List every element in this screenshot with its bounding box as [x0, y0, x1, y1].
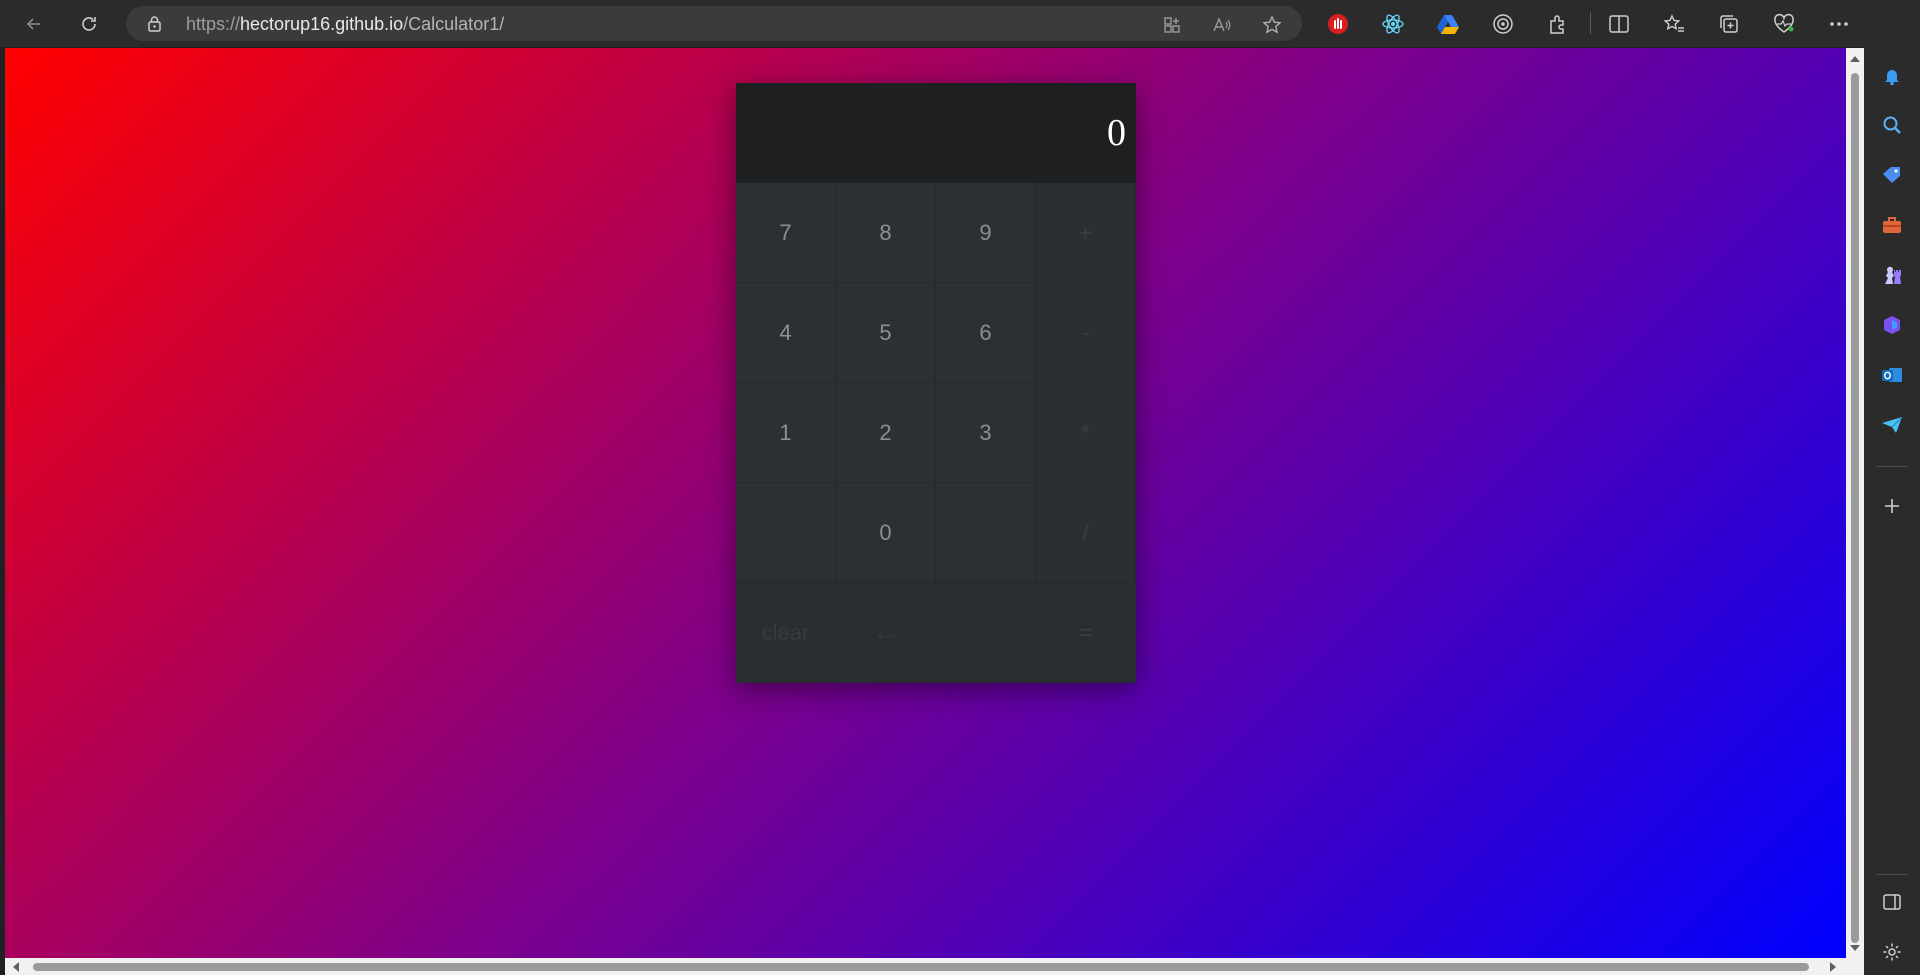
url-scheme: https:// [186, 14, 241, 34]
vertical-scroll-thumb[interactable] [1851, 73, 1859, 943]
browser-sidebar [1864, 0, 1920, 975]
plus-button[interactable]: + [1036, 183, 1136, 283]
empty-key[interactable] [936, 583, 1036, 683]
backspace-button[interactable]: ← [836, 583, 936, 683]
scrollbar-corner [1846, 958, 1864, 975]
settings-icon[interactable] [1880, 940, 1904, 964]
sidebar-separator-bottom [1876, 874, 1908, 875]
lock-icon[interactable] [146, 15, 163, 32]
page-viewport: 0 7 8 9 +4 5 6- 1 2 3 * 0 / clear ← = [5, 48, 1846, 958]
toolbox-icon[interactable] [1880, 213, 1904, 237]
sidebar-separator [1876, 466, 1908, 467]
scroll-down-arrow-icon[interactable] [1850, 945, 1860, 951]
scroll-left-arrow-icon[interactable] [13, 962, 19, 972]
multiply-button[interactable]: * [1036, 383, 1136, 483]
tag-icon[interactable] [1880, 163, 1904, 187]
equals-button[interactable]: = [1036, 583, 1136, 683]
bell-icon[interactable] [1880, 64, 1904, 88]
vertical-scrollbar[interactable] [1846, 48, 1864, 958]
divide-button[interactable]: / [1036, 483, 1136, 583]
digit-9-button[interactable]: 9 [936, 183, 1036, 283]
add-icon[interactable] [1880, 494, 1904, 518]
apps-icon[interactable] [1160, 13, 1184, 37]
outlook-icon[interactable] [1880, 363, 1904, 387]
chess-icon[interactable] [1880, 263, 1904, 287]
read-aloud-icon[interactable] [1210, 13, 1234, 37]
minus-button[interactable]: - [1036, 283, 1136, 383]
back-icon[interactable] [18, 8, 50, 40]
scroll-up-arrow-icon[interactable] [1850, 56, 1860, 62]
horizontal-scrollbar[interactable] [5, 958, 1846, 975]
collections-icon[interactable] [1713, 8, 1745, 40]
digit-7-button[interactable]: 7 [736, 183, 836, 283]
extension-red-icon[interactable] [1322, 8, 1354, 40]
clear-button[interactable]: clear [736, 583, 836, 683]
digit-4-button[interactable]: 4 [736, 283, 836, 383]
sidebar-toggle-icon[interactable] [1880, 890, 1904, 914]
url-path: /Calculator1/ [403, 14, 505, 34]
address-bar[interactable]: https://hectorup16.github.io/Calculator1… [126, 6, 1302, 41]
empty-key[interactable] [736, 483, 836, 583]
horizontal-scroll-thumb[interactable] [33, 963, 1809, 971]
digit-8-button[interactable]: 8 [836, 183, 936, 283]
refresh-icon[interactable] [73, 8, 105, 40]
digit-6-button[interactable]: 6 [936, 283, 1036, 383]
favorite-star-icon[interactable] [1260, 13, 1284, 37]
calculator-display: 0 [736, 83, 1136, 183]
send-icon[interactable] [1880, 413, 1904, 437]
digit-3-button[interactable]: 3 [936, 383, 1036, 483]
digit-2-button[interactable]: 2 [836, 383, 936, 483]
drive-icon[interactable] [1432, 8, 1464, 40]
search-icon[interactable] [1880, 113, 1904, 137]
react-icon[interactable] [1377, 8, 1409, 40]
toolbar-separator [1590, 12, 1591, 34]
calculator: 0 7 8 9 +4 5 6- 1 2 3 * 0 / clear ← = [736, 83, 1136, 683]
browser-toolbar: https://hectorup16.github.io/Calculator1… [0, 0, 1920, 47]
more-icon[interactable] [1823, 8, 1855, 40]
url-host: hectorup16.github.io [240, 14, 404, 34]
split-screen-icon[interactable] [1603, 8, 1635, 40]
digit-5-button[interactable]: 5 [836, 283, 936, 383]
display-value: 0 [1107, 112, 1126, 154]
target-icon[interactable] [1487, 8, 1519, 40]
office-icon[interactable] [1880, 313, 1904, 337]
empty-key[interactable] [936, 483, 1036, 583]
favorites-icon[interactable] [1658, 8, 1690, 40]
scroll-right-arrow-icon[interactable] [1830, 962, 1836, 972]
url-text[interactable]: https://hectorup16.github.io/Calculator1… [186, 14, 504, 35]
digit-1-button[interactable]: 1 [736, 383, 836, 483]
health-icon[interactable] [1768, 8, 1800, 40]
extensions-puzzle-icon[interactable] [1542, 8, 1574, 40]
digit-0-button[interactable]: 0 [836, 483, 936, 583]
